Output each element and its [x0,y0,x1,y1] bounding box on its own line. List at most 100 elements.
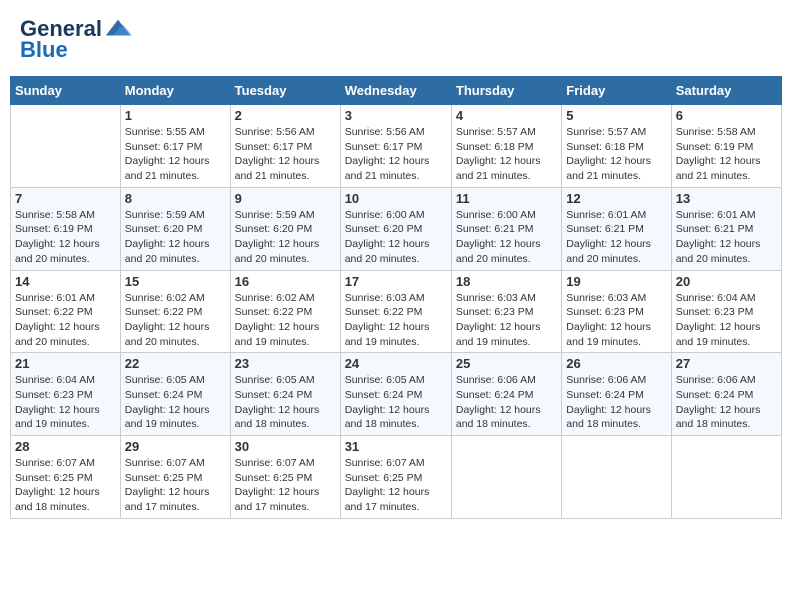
day-number: 1 [125,108,226,123]
day-header-wednesday: Wednesday [340,77,451,105]
calendar-cell: 7 Sunrise: 5:58 AMSunset: 6:19 PMDaylight… [11,187,121,270]
day-number: 13 [676,191,777,206]
day-info: Sunrise: 6:05 AMSunset: 6:24 PMDaylight:… [125,373,226,432]
day-number: 31 [345,439,447,454]
day-info: Sunrise: 5:58 AMSunset: 6:19 PMDaylight:… [15,208,116,267]
day-number: 4 [456,108,557,123]
calendar-cell: 2 Sunrise: 5:56 AMSunset: 6:17 PMDaylight… [230,105,340,188]
day-number: 15 [125,274,226,289]
calendar-table: SundayMondayTuesdayWednesdayThursdayFrid… [10,76,782,519]
day-header-sunday: Sunday [11,77,121,105]
day-number: 7 [15,191,116,206]
calendar-cell: 6 Sunrise: 5:58 AMSunset: 6:19 PMDaylight… [671,105,781,188]
day-info: Sunrise: 6:07 AMSunset: 6:25 PMDaylight:… [345,456,447,515]
day-number: 10 [345,191,447,206]
calendar-cell: 25 Sunrise: 6:06 AMSunset: 6:24 PMDayligh… [451,353,561,436]
calendar-week-row: 28Sunrise: 6:07 AMSunset: 6:25 PMDayligh… [11,436,782,519]
calendar-cell: 4 Sunrise: 5:57 AMSunset: 6:18 PMDaylight… [451,105,561,188]
calendar-week-row: 21 Sunrise: 6:04 AMSunset: 6:23 PMDayligh… [11,353,782,436]
calendar-cell: 12 Sunrise: 6:01 AMSunset: 6:21 PMDayligh… [562,187,671,270]
day-info: Sunrise: 5:56 AMSunset: 6:17 PMDaylight:… [345,125,447,184]
day-info: Sunrise: 5:56 AMSunset: 6:17 PMDaylight:… [235,125,336,184]
day-number: 5 [566,108,666,123]
day-number: 19 [566,274,666,289]
day-header-friday: Friday [562,77,671,105]
calendar-cell: 21 Sunrise: 6:04 AMSunset: 6:23 PMDayligh… [11,353,121,436]
calendar-cell: 8 Sunrise: 5:59 AMSunset: 6:20 PMDaylight… [120,187,230,270]
day-info: Sunrise: 5:59 AMSunset: 6:20 PMDaylight:… [125,208,226,267]
day-number: 30 [235,439,336,454]
day-number: 17 [345,274,447,289]
calendar-header-row: SundayMondayTuesdayWednesdayThursdayFrid… [11,77,782,105]
calendar-week-row: 1 Sunrise: 5:55 AMSunset: 6:17 PMDaylight… [11,105,782,188]
logo-icon [104,15,132,43]
day-number: 9 [235,191,336,206]
day-info: Sunrise: 6:05 AMSunset: 6:24 PMDaylight:… [235,373,336,432]
day-number: 22 [125,356,226,371]
day-info: Sunrise: 6:07 AMSunset: 6:25 PMDaylight:… [15,456,116,515]
day-number: 6 [676,108,777,123]
calendar-cell: 5 Sunrise: 5:57 AMSunset: 6:18 PMDaylight… [562,105,671,188]
calendar-cell: 22 Sunrise: 6:05 AMSunset: 6:24 PMDayligh… [120,353,230,436]
day-info: Sunrise: 6:06 AMSunset: 6:24 PMDaylight:… [676,373,777,432]
day-info: Sunrise: 5:55 AMSunset: 6:17 PMDaylight:… [125,125,226,184]
day-number: 25 [456,356,557,371]
calendar-cell: 11 Sunrise: 6:00 AMSunset: 6:21 PMDayligh… [451,187,561,270]
calendar-cell [562,436,671,519]
calendar-cell: 19Sunrise: 6:03 AMSunset: 6:23 PMDayligh… [562,270,671,353]
day-number: 20 [676,274,777,289]
day-info: Sunrise: 6:05 AMSunset: 6:24 PMDaylight:… [345,373,447,432]
day-info: Sunrise: 6:06 AMSunset: 6:24 PMDaylight:… [566,373,666,432]
day-info: Sunrise: 5:57 AMSunset: 6:18 PMDaylight:… [456,125,557,184]
day-info: Sunrise: 6:01 AMSunset: 6:21 PMDaylight:… [566,208,666,267]
calendar-cell: 16 Sunrise: 6:02 AMSunset: 6:22 PMDayligh… [230,270,340,353]
calendar-cell: 10Sunrise: 6:00 AMSunset: 6:20 PMDayligh… [340,187,451,270]
calendar-cell: 18 Sunrise: 6:03 AMSunset: 6:23 PMDayligh… [451,270,561,353]
calendar-cell: 28Sunrise: 6:07 AMSunset: 6:25 PMDayligh… [11,436,121,519]
day-info: Sunrise: 5:58 AMSunset: 6:19 PMDaylight:… [676,125,777,184]
calendar-cell: 14Sunrise: 6:01 AMSunset: 6:22 PMDayligh… [11,270,121,353]
day-header-thursday: Thursday [451,77,561,105]
calendar-cell: 9 Sunrise: 5:59 AMSunset: 6:20 PMDaylight… [230,187,340,270]
day-header-monday: Monday [120,77,230,105]
day-info: Sunrise: 6:06 AMSunset: 6:24 PMDaylight:… [456,373,557,432]
day-number: 2 [235,108,336,123]
day-info: Sunrise: 6:04 AMSunset: 6:23 PMDaylight:… [676,291,777,350]
calendar-cell: 17 Sunrise: 6:03 AMSunset: 6:22 PMDayligh… [340,270,451,353]
day-info: Sunrise: 6:07 AMSunset: 6:25 PMDaylight:… [235,456,336,515]
calendar-cell: 31 Sunrise: 6:07 AMSunset: 6:25 PMDayligh… [340,436,451,519]
day-info: Sunrise: 6:02 AMSunset: 6:22 PMDaylight:… [125,291,226,350]
calendar-cell [671,436,781,519]
calendar-cell: 20 Sunrise: 6:04 AMSunset: 6:23 PMDayligh… [671,270,781,353]
day-number: 14 [15,274,116,289]
day-info: Sunrise: 5:57 AMSunset: 6:18 PMDaylight:… [566,125,666,184]
calendar-cell: 13Sunrise: 6:01 AMSunset: 6:21 PMDayligh… [671,187,781,270]
day-number: 18 [456,274,557,289]
calendar-cell: 29 Sunrise: 6:07 AMSunset: 6:25 PMDayligh… [120,436,230,519]
calendar-cell [11,105,121,188]
logo: General Blue [20,15,132,63]
day-number: 24 [345,356,447,371]
day-number: 12 [566,191,666,206]
day-number: 11 [456,191,557,206]
day-number: 23 [235,356,336,371]
day-header-saturday: Saturday [671,77,781,105]
day-number: 16 [235,274,336,289]
day-info: Sunrise: 6:00 AMSunset: 6:21 PMDaylight:… [456,208,557,267]
day-info: Sunrise: 5:59 AMSunset: 6:20 PMDaylight:… [235,208,336,267]
day-info: Sunrise: 6:03 AMSunset: 6:22 PMDaylight:… [345,291,447,350]
day-info: Sunrise: 6:07 AMSunset: 6:25 PMDaylight:… [125,456,226,515]
logo-blue: Blue [20,37,68,63]
calendar-cell: 3Sunrise: 5:56 AMSunset: 6:17 PMDaylight… [340,105,451,188]
calendar-cell: 26Sunrise: 6:06 AMSunset: 6:24 PMDayligh… [562,353,671,436]
day-header-tuesday: Tuesday [230,77,340,105]
calendar-cell [451,436,561,519]
day-info: Sunrise: 6:02 AMSunset: 6:22 PMDaylight:… [235,291,336,350]
calendar-cell: 30 Sunrise: 6:07 AMSunset: 6:25 PMDayligh… [230,436,340,519]
day-number: 21 [15,356,116,371]
day-info: Sunrise: 6:04 AMSunset: 6:23 PMDaylight:… [15,373,116,432]
day-info: Sunrise: 6:03 AMSunset: 6:23 PMDaylight:… [456,291,557,350]
day-number: 8 [125,191,226,206]
day-number: 29 [125,439,226,454]
day-number: 27 [676,356,777,371]
